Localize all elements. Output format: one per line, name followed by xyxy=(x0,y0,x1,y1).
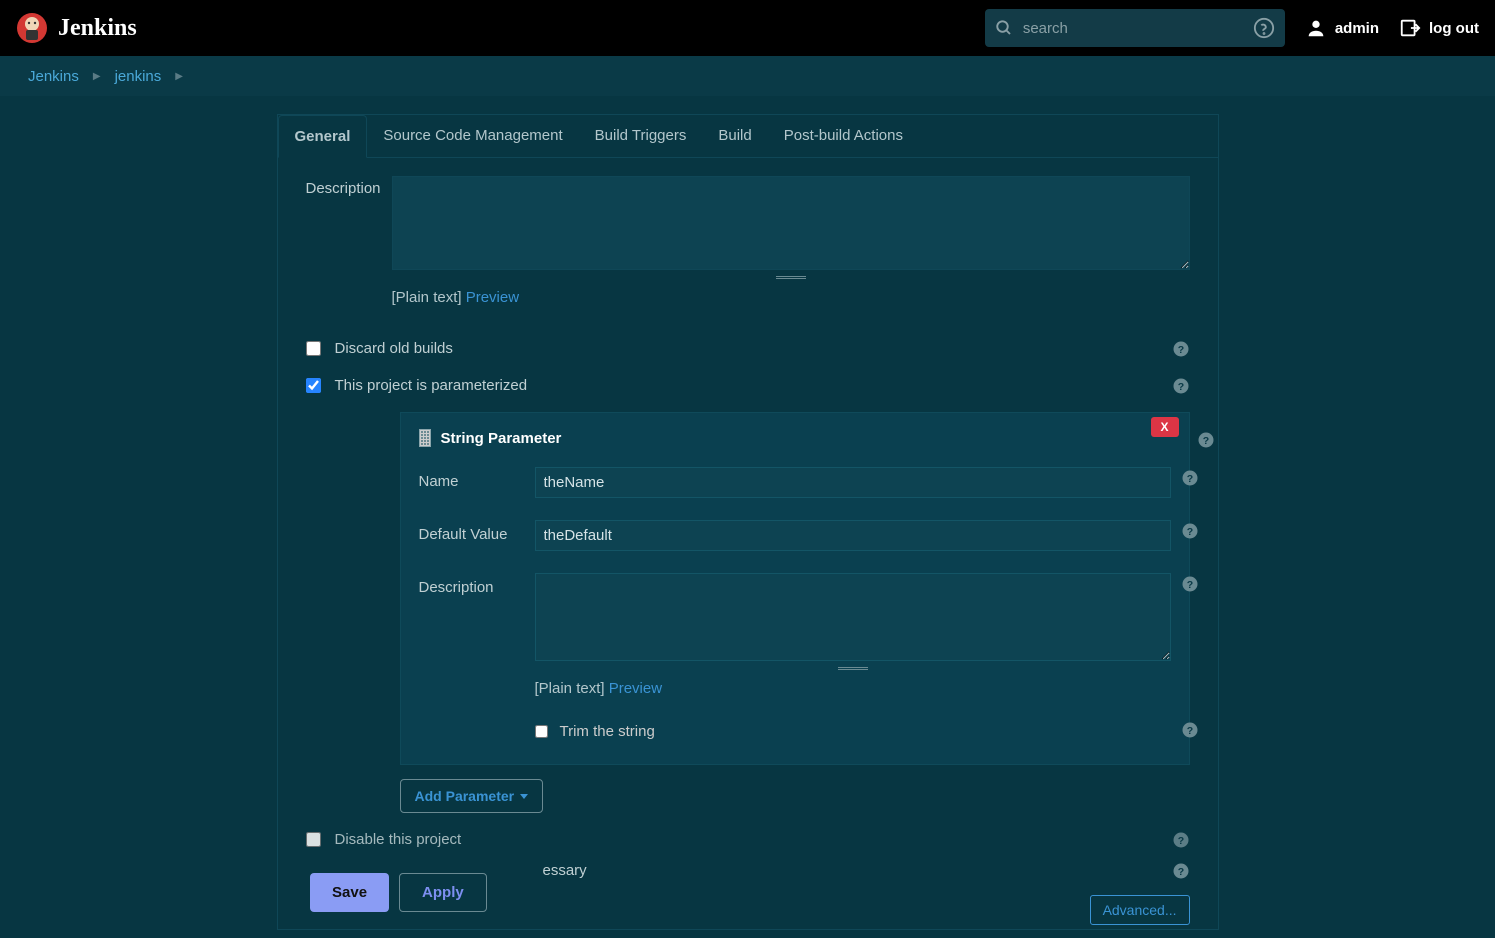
parameterized-checkbox[interactable] xyxy=(306,378,321,393)
concurrent-builds-fragment: essary xyxy=(543,862,587,879)
advanced-button[interactable]: Advanced... xyxy=(1090,895,1190,925)
save-button[interactable]: Save xyxy=(310,873,389,912)
user-label: admin xyxy=(1335,20,1379,37)
user-link[interactable]: admin xyxy=(1305,17,1379,39)
string-parameter-title: String Parameter xyxy=(441,430,562,447)
plain-text-marker: [Plain text] xyxy=(535,680,605,697)
plain-text-marker: [Plain text] xyxy=(392,289,462,306)
param-name-input[interactable] xyxy=(535,467,1171,498)
help-icon[interactable]: ? xyxy=(1197,431,1215,453)
string-parameter-block: X String Parameter ? Name ? xyxy=(400,412,1190,765)
svg-text:?: ? xyxy=(1186,526,1192,538)
breadcrumb: Jenkins ▶ jenkins ▶ xyxy=(0,56,1495,96)
tab-general[interactable]: General xyxy=(278,115,368,158)
chevron-right-icon: ▶ xyxy=(93,71,101,82)
param-default-input[interactable] xyxy=(535,520,1171,551)
breadcrumb-item-root[interactable]: Jenkins xyxy=(28,68,79,85)
trim-string-label: Trim the string xyxy=(560,723,655,740)
discard-old-builds-checkbox[interactable] xyxy=(306,341,321,356)
apply-button[interactable]: Apply xyxy=(399,873,487,912)
param-desc-textarea[interactable] xyxy=(535,573,1171,661)
param-desc-label: Description xyxy=(419,573,535,596)
chevron-down-icon xyxy=(520,794,528,799)
disable-project-checkbox[interactable] xyxy=(306,832,321,847)
preview-link[interactable]: Preview xyxy=(609,680,662,697)
description-textarea[interactable] xyxy=(392,176,1190,270)
help-icon[interactable]: ? xyxy=(1181,522,1199,544)
logout-link[interactable]: log out xyxy=(1399,17,1479,39)
help-icon[interactable]: ? xyxy=(1172,862,1190,884)
user-icon xyxy=(1305,17,1327,39)
logout-icon xyxy=(1399,17,1421,39)
trim-string-checkbox[interactable] xyxy=(535,725,548,738)
help-icon[interactable]: ? xyxy=(1181,575,1199,597)
svg-text:?: ? xyxy=(1177,835,1183,847)
config-panel: General Source Code Management Build Tri… xyxy=(277,114,1219,930)
search-help-icon[interactable] xyxy=(1253,17,1275,39)
parameterized-label: This project is parameterized xyxy=(335,377,528,394)
help-icon[interactable]: ? xyxy=(1172,377,1190,399)
preview-link[interactable]: Preview xyxy=(466,289,519,306)
resize-handle-icon[interactable] xyxy=(392,276,1190,279)
discard-old-builds-label: Discard old builds xyxy=(335,340,453,357)
resize-handle-icon[interactable] xyxy=(535,667,1171,670)
logo[interactable]: Jenkins xyxy=(16,12,137,44)
svg-text:?: ? xyxy=(1186,473,1192,485)
search-input[interactable] xyxy=(1023,20,1243,37)
tab-build-triggers[interactable]: Build Triggers xyxy=(579,115,703,157)
top-header: Jenkins admin log out xyxy=(0,0,1495,56)
help-icon[interactable]: ? xyxy=(1181,469,1199,491)
tab-build[interactable]: Build xyxy=(702,115,767,157)
logo-text: Jenkins xyxy=(58,15,137,42)
search-box[interactable] xyxy=(985,9,1285,47)
jenkins-logo-icon xyxy=(16,12,48,44)
tabs: General Source Code Management Build Tri… xyxy=(278,115,1218,158)
svg-text:?: ? xyxy=(1202,435,1208,447)
logout-label: log out xyxy=(1429,20,1479,37)
description-label: Description xyxy=(306,176,392,197)
param-default-label: Default Value xyxy=(419,520,535,543)
svg-text:?: ? xyxy=(1177,344,1183,356)
add-parameter-label: Add Parameter xyxy=(415,788,515,804)
help-icon[interactable]: ? xyxy=(1181,721,1199,743)
tab-post-build[interactable]: Post-build Actions xyxy=(768,115,919,157)
disable-project-label: Disable this project xyxy=(335,831,462,848)
search-icon xyxy=(995,19,1013,37)
tab-scm[interactable]: Source Code Management xyxy=(367,115,578,157)
form-area: Description [Plain text] Preview Discard… xyxy=(278,158,1218,929)
svg-text:?: ? xyxy=(1186,579,1192,591)
drag-handle-icon[interactable] xyxy=(419,429,431,447)
breadcrumb-item-job[interactable]: jenkins xyxy=(115,68,162,85)
add-parameter-button[interactable]: Add Parameter xyxy=(400,779,544,813)
svg-text:?: ? xyxy=(1186,724,1192,736)
help-icon[interactable]: ? xyxy=(1172,831,1190,853)
chevron-right-icon: ▶ xyxy=(175,71,183,82)
param-name-label: Name xyxy=(419,467,535,490)
svg-text:?: ? xyxy=(1177,381,1183,393)
save-apply-bar: Save Apply xyxy=(300,863,497,922)
svg-text:?: ? xyxy=(1177,866,1183,878)
help-icon[interactable]: ? xyxy=(1172,340,1190,362)
